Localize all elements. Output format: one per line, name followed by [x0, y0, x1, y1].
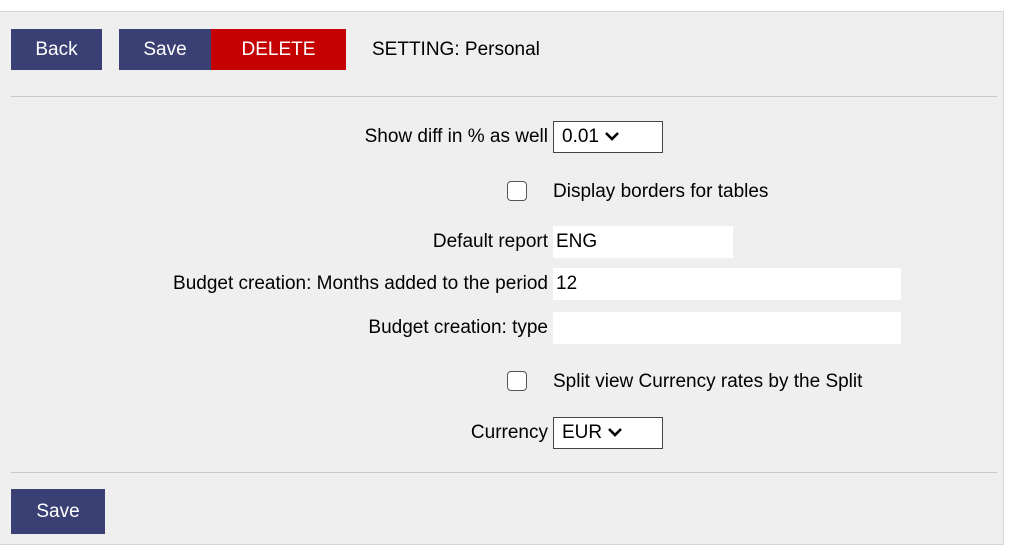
- split-view-label: Split view Currency rates by the Split: [553, 371, 863, 392]
- top-divider: [11, 96, 997, 97]
- currency-value: EUR: [562, 422, 603, 443]
- currency-label: Currency: [470, 422, 548, 443]
- save-button[interactable]: Save: [119, 29, 211, 70]
- chevron-down-icon: [604, 129, 620, 145]
- default-report-value: ENG: [553, 226, 733, 258]
- chevron-down-icon: [607, 425, 623, 441]
- back-button[interactable]: Back: [11, 29, 102, 70]
- show-diff-value: 0.01: [562, 126, 599, 147]
- budget-type-input[interactable]: [553, 312, 901, 344]
- default-report-row: Default report ENG: [0, 226, 1004, 258]
- split-view-row: Split view Currency rates by the Split: [0, 366, 1004, 398]
- bottom-divider: [11, 472, 997, 473]
- budget-months-input[interactable]: 12: [553, 268, 901, 300]
- budget-type-value: [553, 312, 901, 344]
- show-diff-row: Show diff in % as well 0.01: [0, 121, 1004, 153]
- display-borders-label: Display borders for tables: [553, 181, 769, 202]
- toolbar: Back Save DELETE SETTING: Personal: [11, 29, 540, 70]
- footer-save-button[interactable]: Save: [11, 489, 105, 534]
- page-title: SETTING: Personal: [372, 38, 540, 60]
- budget-months-value: 12: [553, 268, 901, 300]
- currency-select[interactable]: EUR: [553, 417, 663, 449]
- currency-row: Currency EUR: [0, 417, 1004, 449]
- default-report-label: Default report: [432, 231, 548, 252]
- budget-months-label: Budget creation: Months added to the per…: [173, 273, 548, 294]
- delete-button[interactable]: DELETE: [211, 29, 346, 70]
- display-borders-checkbox[interactable]: [507, 181, 527, 201]
- budget-months-row: Budget creation: Months added to the per…: [0, 268, 1004, 300]
- default-report-input[interactable]: ENG: [553, 226, 733, 258]
- budget-type-label: Budget creation: type: [368, 317, 548, 338]
- show-diff-label: Show diff in % as well: [364, 126, 548, 147]
- budget-type-row: Budget creation: type: [0, 312, 1004, 344]
- display-borders-row: Display borders for tables: [0, 176, 1004, 208]
- split-view-checkbox[interactable]: [507, 371, 527, 391]
- show-diff-select[interactable]: 0.01: [553, 121, 663, 153]
